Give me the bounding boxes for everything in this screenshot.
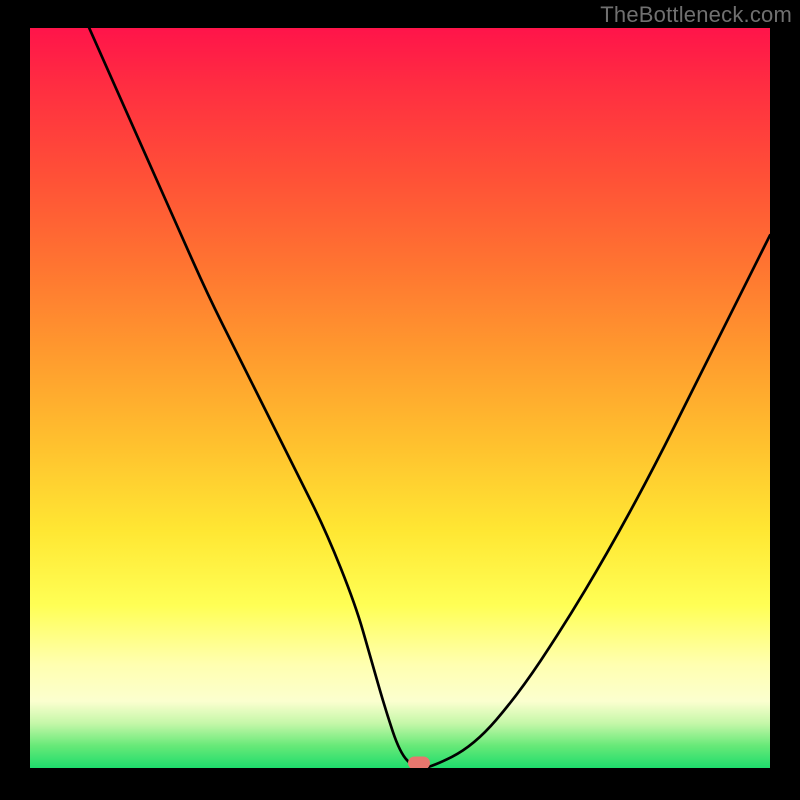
- optimal-marker: [408, 756, 430, 768]
- watermark-text: TheBottleneck.com: [600, 2, 792, 28]
- bottleneck-curve: [30, 28, 770, 768]
- chart-frame: TheBottleneck.com: [0, 0, 800, 800]
- plot-area: [30, 28, 770, 768]
